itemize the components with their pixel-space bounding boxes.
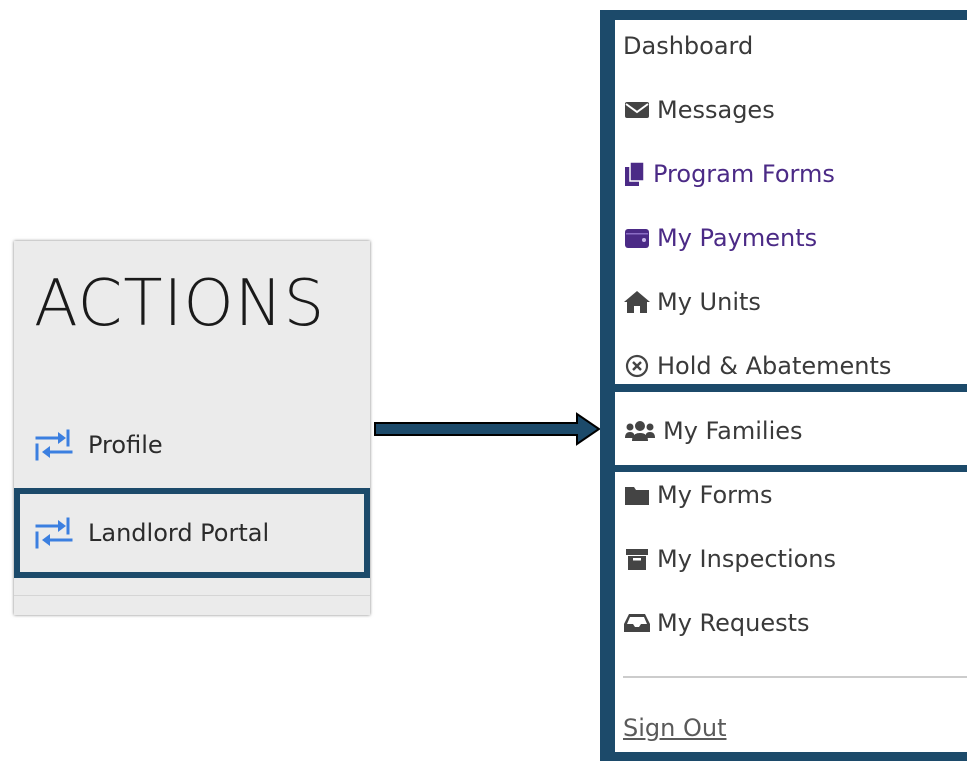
menu-item-program-forms[interactable]: Program Forms (623, 154, 835, 194)
menu-item-my-requests[interactable]: My Requests (623, 603, 810, 643)
menu-item-dashboard[interactable]: Dashboard (623, 26, 753, 66)
menu-item-label: My Payments (657, 224, 818, 252)
menu-item-label: My Forms (657, 481, 773, 509)
menu-item-messages[interactable]: Messages (623, 90, 775, 130)
actions-divider (14, 595, 370, 596)
actions-title: ACTIONS (34, 267, 326, 341)
menu-item-my-families[interactable]: My Families (623, 411, 803, 451)
menu-divider (623, 676, 967, 678)
action-item-profile[interactable]: Profile (14, 401, 370, 489)
swap-arrows-icon (35, 429, 73, 461)
users-icon (623, 417, 657, 445)
menu-item-label: My Requests (657, 609, 810, 637)
menu-item-label: Dashboard (623, 32, 754, 60)
menu-item-label: Messages (657, 96, 775, 124)
archive-icon (623, 545, 651, 573)
menu-item-label: My Units (657, 288, 761, 316)
action-item-landlord-portal[interactable]: Landlord Portal (14, 488, 370, 578)
documents-icon (623, 160, 647, 188)
nav-menu-section-top (615, 20, 967, 384)
home-icon (623, 288, 651, 316)
inbox-icon (623, 609, 651, 637)
folder-icon (623, 481, 651, 509)
menu-item-my-units[interactable]: My Units (623, 282, 761, 322)
menu-item-my-forms[interactable]: My Forms (623, 475, 773, 515)
swap-arrows-icon (35, 517, 73, 549)
wallet-icon (623, 224, 651, 252)
menu-item-my-payments[interactable]: My Payments (623, 218, 817, 258)
menu-item-label: My Inspections (657, 545, 837, 573)
menu-item-label: My Families (663, 417, 803, 445)
right-arrow-icon (374, 412, 601, 446)
circle-x-icon (623, 352, 651, 380)
action-item-landlord-portal-label: Landlord Portal (88, 519, 270, 547)
envelope-icon (623, 96, 651, 124)
sign-out-link[interactable]: Sign Out (623, 708, 727, 748)
action-item-profile-label: Profile (88, 431, 163, 459)
menu-item-hold-abatements[interactable]: Hold & Abatements (623, 346, 891, 386)
menu-item-label: Program Forms (653, 160, 835, 188)
menu-item-label: Hold & Abatements (657, 352, 892, 380)
menu-item-my-inspections[interactable]: My Inspections (623, 539, 836, 579)
